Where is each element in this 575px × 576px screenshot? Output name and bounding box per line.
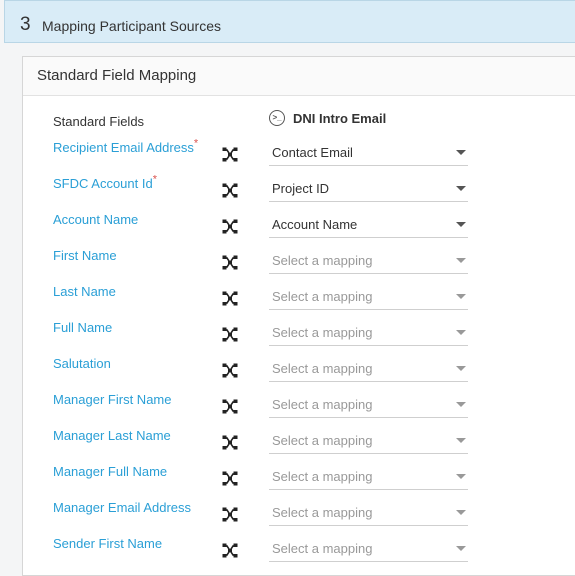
shuffle-mapping-icon[interactable] [222,363,238,378]
shuffle-mapping-icon[interactable] [222,327,238,342]
shuffle-mapping-icon[interactable] [222,507,238,522]
mapping-select[interactable]: Project ID [269,172,468,202]
mapping-select[interactable]: Select a mapping [269,532,468,562]
shuffle-mapping-icon[interactable] [222,219,238,234]
mapping-select-value: Project ID [272,181,330,196]
field-label: Full Name [53,320,113,335]
mapping-row: Last Name Select a mapping [23,284,575,320]
required-marker: * [152,173,157,186]
shuffle-mapping-icon[interactable] [222,183,238,198]
shuffle-mapping-icon[interactable] [222,399,238,414]
mapping-row: Salutation Select a mapping [23,356,575,392]
mapping-select[interactable]: Select a mapping [269,280,468,310]
source-name: DNI Intro Email [293,110,387,126]
step-number: 3 [20,14,31,35]
field-label: First Name [53,248,117,263]
mapping-select-value: Select a mapping [272,397,373,412]
field-label: Manager Last Name [53,428,171,443]
standard-field-mapping-panel: Standard Field Mapping Standard Fields >… [22,56,575,576]
mapping-select[interactable]: Select a mapping [269,460,468,490]
mapping-row: Account Name Account Name [23,212,575,248]
source-column-header: >_ DNI Intro Email [269,110,386,126]
panel-header: Standard Field Mapping [23,57,575,96]
mapping-row: Manager First Name Select a mapping [23,392,575,428]
field-label: Manager Email Address [53,500,192,515]
mapping-select-value: Select a mapping [272,253,373,268]
mapping-select[interactable]: Select a mapping [269,388,468,418]
chevron-down-icon[interactable] [456,474,466,479]
shuffle-mapping-icon[interactable] [222,543,238,558]
field-label: Manager Full Name [53,464,168,479]
standard-fields-column-header: Standard Fields [53,114,145,129]
chevron-down-icon[interactable] [456,402,466,407]
shuffle-mapping-icon[interactable] [222,291,238,306]
field-label: Recipient Email Address* [53,137,199,155]
chevron-down-icon[interactable] [456,258,466,263]
mapping-select-value: Account Name [272,217,358,232]
mapping-row: Manager Last Name Select a mapping [23,428,575,464]
mapping-row: SFDC Account Id* Project ID [23,173,575,212]
field-label: SFDC Account Id* [53,173,157,191]
chevron-down-icon[interactable] [456,330,466,335]
mapping-select[interactable]: Select a mapping [269,244,468,274]
panel-title: Standard Field Mapping [37,67,197,84]
required-marker: * [193,137,199,150]
mapping-select[interactable]: Account Name [269,208,468,238]
mapping-select[interactable]: Select a mapping [269,352,468,382]
mapping-select-value: Select a mapping [272,469,373,484]
email-source-icon: >_ [269,110,285,126]
mapping-select-value: Contact Email [272,145,353,160]
chevron-down-icon[interactable] [456,438,466,443]
shuffle-mapping-icon[interactable] [222,147,238,162]
chevron-down-icon[interactable] [456,546,466,551]
mapping-select[interactable]: Contact Email [269,136,468,166]
mapping-select[interactable]: Select a mapping [269,424,468,454]
chevron-down-icon[interactable] [456,222,466,227]
step-header: 3 Mapping Participant Sources [4,0,575,43]
chevron-down-icon[interactable] [456,186,466,191]
chevron-down-icon[interactable] [456,294,466,299]
field-label: Account Name [53,212,139,227]
step-title: Mapping Participant Sources [42,18,221,34]
mapping-select[interactable]: Select a mapping [269,316,468,346]
shuffle-mapping-icon[interactable] [222,471,238,486]
field-label: Salutation [53,356,111,371]
mapping-select[interactable]: Select a mapping [269,496,468,526]
shuffle-mapping-icon[interactable] [222,255,238,270]
field-label: Manager First Name [53,392,172,407]
mapping-select-value: Select a mapping [272,433,373,448]
chevron-down-icon[interactable] [456,366,466,371]
mapping-select-value: Select a mapping [272,505,373,520]
mapping-row: Full Name Select a mapping [23,320,575,356]
mapping-row: Recipient Email Address* Contact Email [23,137,575,176]
mapping-select-value: Select a mapping [272,541,373,556]
chevron-down-icon[interactable] [456,150,466,155]
field-label: Last Name [53,284,116,299]
mapping-select-value: Select a mapping [272,289,373,304]
chevron-down-icon[interactable] [456,510,466,515]
mapping-row: Sender First Name Select a mapping [23,536,575,572]
mapping-row: Manager Email Address Select a mapping [23,500,575,536]
mapping-select-value: Select a mapping [272,325,373,340]
mapping-row: Manager Full Name Select a mapping [23,464,575,500]
shuffle-mapping-icon[interactable] [222,435,238,450]
mapping-row: First Name Select a mapping [23,248,575,284]
field-label: Sender First Name [53,536,163,551]
mapping-select-value: Select a mapping [272,361,373,376]
